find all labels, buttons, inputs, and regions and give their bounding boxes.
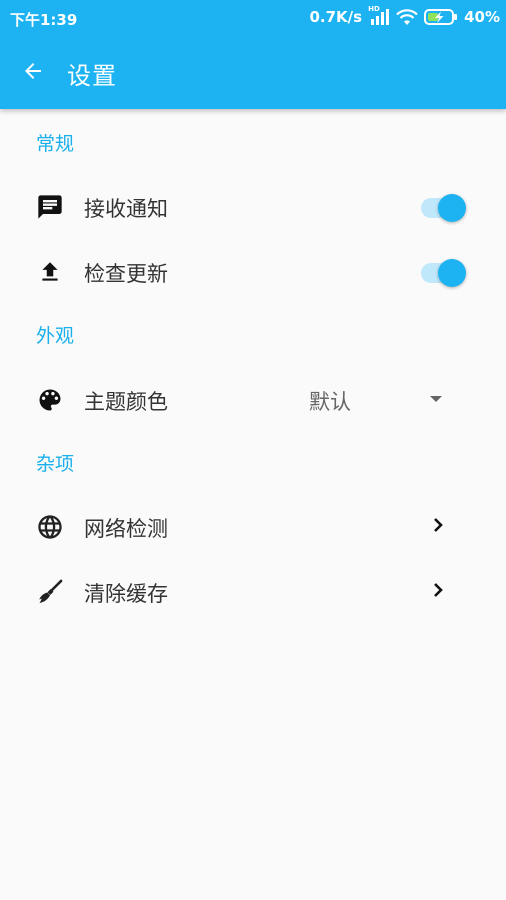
setting-row-network-check[interactable]: 网络检测 [0,493,506,557]
globe-icon [36,513,64,541]
network-speed: 0.7K/s [309,8,363,26]
check-update-switch[interactable] [421,258,467,288]
setting-label: 主题颜色 [84,390,168,414]
message-icon [36,193,64,221]
setting-row-clear-cache[interactable]: 清除缓存 [0,558,506,622]
toolbar: 设置 [0,36,506,109]
chevron-right-icon[interactable] [430,515,446,535]
upload-icon [36,258,64,286]
page-title: 设置 [67,62,117,90]
palette-icon [36,386,64,414]
setting-label: 网络检测 [84,517,168,541]
setting-label: 接收通知 [84,197,168,221]
status-bar: 下午1:39 0.7K/s HD 40% [0,0,506,36]
setting-label: 清除缓存 [84,582,168,606]
dropdown-arrow-icon[interactable] [428,394,444,404]
signal-icon: HD [368,5,390,26]
wifi-icon [396,8,418,26]
section-header-general: 常规 [36,133,75,155]
switch-thumb [438,194,466,222]
back-button[interactable] [10,48,56,94]
status-time: 下午1:39 [10,11,78,29]
notifications-switch[interactable] [421,193,467,223]
theme-color-value[interactable]: 默认 [309,386,351,416]
broom-icon [36,578,64,606]
chevron-right-icon[interactable] [430,580,446,600]
status-indicators: 0.7K/s HD 40% [309,5,500,26]
arrow-back-icon [25,63,41,79]
setting-row-theme-color[interactable]: 主题颜色 默认 [0,366,506,430]
setting-label: 检查更新 [84,262,168,286]
battery-percent: 40% [464,8,500,26]
section-header-appearance: 外观 [36,325,75,347]
battery-charging-icon [424,8,458,26]
setting-row-notifications[interactable]: 接收通知 [0,173,506,237]
section-header-misc: 杂项 [36,453,75,475]
app-bar: 下午1:39 0.7K/s HD 40% 设置 [0,0,506,109]
setting-row-check-update[interactable]: 检查更新 [0,238,506,302]
switch-thumb [438,259,466,287]
